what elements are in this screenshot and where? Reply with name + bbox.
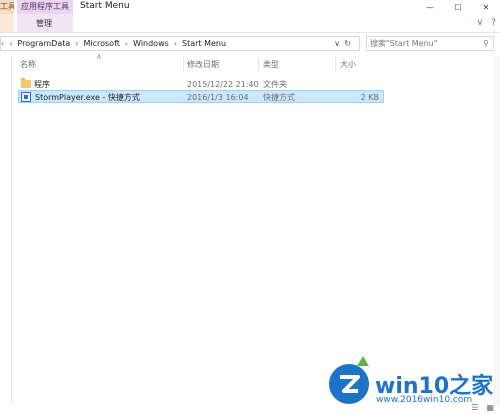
- maximize-icon: ☐: [454, 2, 462, 12]
- folder-icon: [21, 78, 31, 88]
- help-icon[interactable]: ?: [491, 18, 496, 28]
- minimize-icon: —: [426, 2, 434, 12]
- breadcrumb-microsoft[interactable]: Microsoft: [83, 39, 119, 48]
- watermark-url: www.2016win10.com: [376, 395, 473, 405]
- breadcrumb-separator-icon: ›: [9, 39, 13, 48]
- file-type: 快捷方式: [263, 93, 295, 102]
- file-size: 2 KB: [360, 93, 379, 102]
- address-bar[interactable]: ‹ › ProgramData › Microsoft › Windows › …: [0, 36, 360, 51]
- column-header-name[interactable]: 名称: [20, 58, 36, 72]
- sort-indicator-icon: ∧: [96, 52, 102, 61]
- close-icon: ✕: [482, 2, 490, 12]
- column-header-size[interactable]: 大小: [340, 58, 356, 72]
- expand-ribbon-icon[interactable]: ∨: [477, 18, 484, 28]
- column-divider[interactable]: [183, 56, 184, 72]
- tab-tools-panel: [0, 14, 14, 32]
- navigation-pane-divider[interactable]: [11, 56, 12, 404]
- breadcrumb-separator-icon: ›: [75, 39, 79, 48]
- watermark-logo-icon: [329, 364, 369, 404]
- breadcrumb-separator-icon: ›: [173, 39, 177, 48]
- shortcut-icon: [21, 92, 31, 102]
- breadcrumb-separator-icon: ›: [124, 39, 129, 48]
- file-name: StormPlayer.exe - 快捷方式: [35, 93, 140, 102]
- breadcrumb-overflow-icon[interactable]: ‹: [1, 39, 4, 48]
- tab-app-tools[interactable]: 应用程序工具: [17, 0, 73, 14]
- window-controls: — ☐ ✕: [416, 0, 500, 14]
- watermark: win10之家 www.2016win10.com: [329, 356, 494, 408]
- column-header-date[interactable]: 修改日期: [187, 58, 219, 72]
- watermark-arrow-icon: [357, 356, 369, 366]
- breadcrumb-start-menu[interactable]: Start Menu: [182, 39, 226, 48]
- column-header-type[interactable]: 类型: [263, 58, 279, 72]
- search-icon: ⚲: [483, 39, 489, 48]
- vertical-scrollbar[interactable]: [494, 56, 500, 406]
- breadcrumb-programdata[interactable]: ProgramData: [17, 39, 70, 48]
- refresh-icon[interactable]: ↻: [344, 39, 351, 48]
- breadcrumb-windows[interactable]: Windows: [133, 39, 169, 48]
- file-date: 2016/1/3 16:04: [187, 93, 249, 102]
- column-divider[interactable]: [335, 56, 336, 72]
- search-input[interactable]: 搜索"Start Menu" ⚲: [366, 36, 494, 51]
- windows-z-icon: [340, 375, 360, 393]
- tab-manage[interactable]: 管理: [36, 18, 52, 29]
- address-dropdown-icon[interactable]: ∨: [334, 39, 340, 48]
- ribbon-controls: ∨ ?: [477, 18, 496, 28]
- address-bar-row: ‹ › ProgramData › Microsoft › Windows › …: [0, 36, 500, 52]
- minimize-button[interactable]: —: [416, 0, 444, 14]
- search-placeholder: 搜索"Start Menu": [370, 39, 438, 48]
- maximize-button[interactable]: ☐: [444, 0, 472, 14]
- tab-tools[interactable]: 工具: [0, 0, 14, 14]
- file-row-stormplayer[interactable]: StormPlayer.exe - 快捷方式 2016/1/3 16:04 快捷…: [18, 90, 384, 103]
- close-button[interactable]: ✕: [472, 0, 500, 14]
- column-divider[interactable]: [258, 56, 259, 72]
- window-title: Start Menu: [80, 1, 130, 11]
